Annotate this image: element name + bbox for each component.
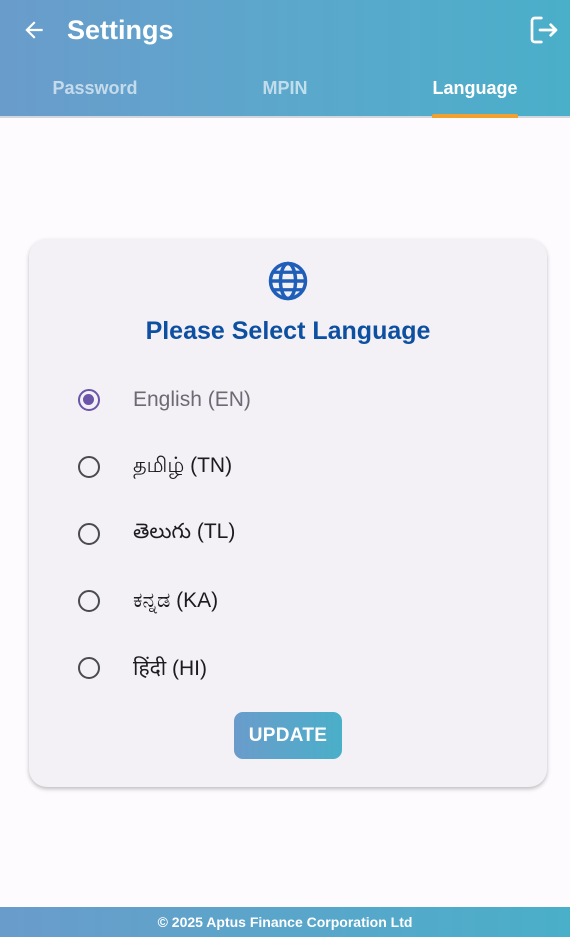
option-label: English (EN) bbox=[133, 388, 251, 411]
language-option-kannada[interactable]: ಕನ್ನಡ (KA) bbox=[29, 574, 547, 628]
option-label: हिंदी (HI) bbox=[133, 657, 208, 680]
radio-button[interactable] bbox=[78, 590, 100, 612]
option-label: తెలుగు (TL) bbox=[133, 519, 236, 543]
language-option-english[interactable]: English (EN) bbox=[29, 373, 547, 427]
back-button[interactable] bbox=[18, 14, 50, 46]
tab-mpin[interactable]: MPIN bbox=[190, 66, 380, 118]
arrow-left-icon bbox=[25, 21, 43, 39]
card-title: Please Select Language bbox=[145, 317, 431, 345]
tab-label: Password bbox=[52, 78, 138, 98]
option-label: தமிழ் (TN) bbox=[133, 454, 233, 477]
copyright-text: © 2025 Aptus Finance Corporation Ltd bbox=[157, 914, 413, 930]
language-option-telugu[interactable]: తెలుగు (TL) bbox=[29, 507, 547, 561]
tab-label: Language bbox=[432, 66, 518, 118]
option-label: ಕನ್ನಡ (KA) bbox=[133, 589, 219, 612]
update-button[interactable]: UPDATE bbox=[234, 712, 342, 759]
app-header: Settings Password MPIN Language bbox=[0, 0, 570, 118]
settings-tabs: Password MPIN Language bbox=[0, 66, 570, 118]
tab-password[interactable]: Password bbox=[0, 66, 190, 118]
radio-button[interactable] bbox=[78, 523, 100, 545]
radio-button[interactable] bbox=[78, 657, 100, 679]
language-option-hindi[interactable]: हिंदी (HI) bbox=[29, 641, 547, 695]
tab-language[interactable]: Language bbox=[380, 66, 570, 118]
language-card: Please Select Language English (EN) தமிழ… bbox=[29, 239, 547, 787]
logout-icon bbox=[530, 16, 558, 44]
logout-button[interactable] bbox=[526, 12, 562, 48]
radio-button[interactable] bbox=[78, 389, 100, 411]
footer: © 2025 Aptus Finance Corporation Ltd bbox=[0, 907, 570, 937]
globe-icon bbox=[268, 261, 308, 301]
language-option-tamil[interactable]: தமிழ் (TN) bbox=[29, 440, 547, 494]
radio-button[interactable] bbox=[78, 456, 100, 478]
tab-label: MPIN bbox=[262, 78, 308, 98]
page-title: Settings bbox=[67, 15, 174, 45]
